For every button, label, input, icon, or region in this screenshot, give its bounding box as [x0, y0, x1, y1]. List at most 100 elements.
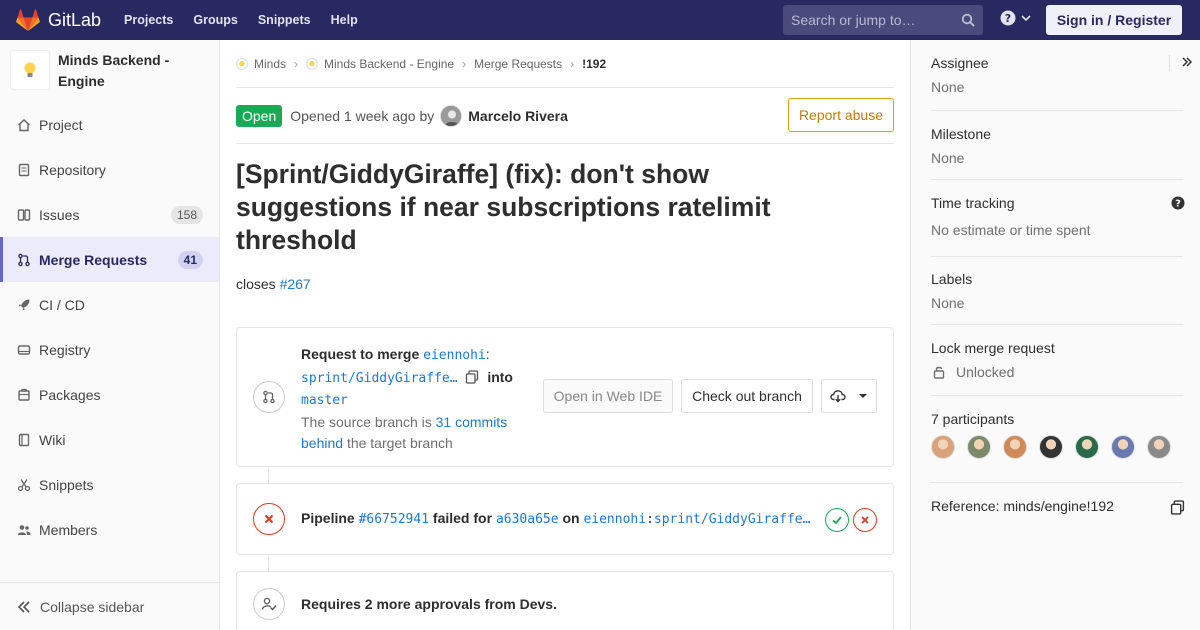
author-name[interactable]: Marcelo Rivera: [468, 108, 568, 124]
expand-sidebar-button[interactable]: [1169, 55, 1193, 71]
merge-request-icon: [253, 381, 285, 413]
issue-link[interactable]: #267: [280, 276, 311, 292]
gitlab-logo[interactable]: GitLab: [16, 0, 101, 40]
merge-info: Request to merge eiennohi: sprint/GiddyG…: [301, 344, 531, 455]
on-label: on: [562, 510, 580, 526]
participant-avatar[interactable]: [1111, 435, 1135, 459]
sidebar-item-project[interactable]: Project: [0, 102, 219, 147]
connector-line: [268, 467, 269, 483]
sidebar-item-label: CI / CD: [39, 296, 85, 313]
nav-link-projects[interactable]: Projects: [124, 13, 173, 27]
chevron-right-icon: ›: [570, 56, 575, 71]
commits-behind-link[interactable]: 31 commits: [436, 414, 508, 430]
project-name: Minds Backend - Engine: [58, 52, 170, 89]
behind-suffix: the target branch: [346, 435, 453, 451]
sidebar-item-packages[interactable]: Packages: [0, 372, 219, 417]
pipeline-namespace[interactable]: eiennohi: [583, 512, 646, 527]
svg-text:?: ?: [1005, 12, 1011, 25]
participants-list: [931, 435, 1183, 459]
sidebar-item-members[interactable]: Members: [0, 507, 219, 552]
labels-block: Labels None: [931, 271, 1183, 325]
sidebar-item-snippets[interactable]: Snippets: [0, 462, 219, 507]
double-chevron-left-icon: [17, 600, 30, 613]
milestone-label: Milestone: [931, 126, 991, 142]
milestone-value: None: [931, 150, 965, 166]
opened-by: by: [419, 107, 435, 124]
participant-avatar[interactable]: [1003, 435, 1027, 459]
sidebar-item-label: Project: [39, 116, 83, 133]
group-avatar-icon: [236, 57, 248, 70]
right-sidebar: Assignee None Milestone None Time tracki…: [910, 40, 1200, 630]
open-web-ide-button[interactable]: Open in Web IDE: [543, 379, 673, 413]
participant-avatar[interactable]: [931, 435, 955, 459]
caret-down-icon: [859, 394, 867, 398]
search-placeholder: Search or jump to…: [791, 12, 916, 28]
copy-icon[interactable]: [1170, 500, 1185, 515]
help-dropdown[interactable]: ?: [1000, 10, 1032, 26]
sidebar-item-registry[interactable]: Registry: [0, 327, 219, 372]
sign-in-button[interactable]: Sign in / Register: [1046, 5, 1182, 35]
time-tracking-value: No estimate or time spent: [931, 222, 1091, 238]
sidebar-item-issues[interactable]: Issues 158: [0, 192, 219, 237]
stage-failed-icon[interactable]: [853, 508, 877, 532]
pipeline-widget: Pipeline #66752941 failed for a630a65e o…: [236, 483, 894, 555]
project-header[interactable]: Minds Backend - Engine: [0, 40, 219, 102]
target-branch[interactable]: master: [301, 393, 348, 408]
collapse-sidebar-button[interactable]: Collapse sidebar: [0, 582, 219, 630]
merge-icon: [16, 252, 32, 268]
sidebar-item-merge-requests[interactable]: Merge Requests 41: [0, 237, 219, 282]
desc-text: closes: [236, 276, 276, 292]
ns-separator: :: [485, 346, 490, 362]
approvals-widget: Requires 2 more approvals from Devs.: [236, 571, 894, 630]
scissors-icon: [16, 477, 32, 493]
users-icon: [16, 522, 32, 538]
doc-icon: [16, 162, 32, 178]
nav-link-snippets[interactable]: Snippets: [258, 13, 311, 27]
participant-avatar[interactable]: [967, 435, 991, 459]
author-avatar[interactable]: [440, 104, 463, 127]
report-abuse-button[interactable]: Report abuse: [787, 98, 894, 132]
sidebar-item-repository[interactable]: Repository: [0, 147, 219, 192]
breadcrumb-project[interactable]: Minds Backend - Engine: [306, 57, 454, 71]
pipeline-branch[interactable]: sprint/GiddyGiraffe…: [654, 512, 811, 527]
participant-avatar[interactable]: [1147, 435, 1171, 459]
sidebar-item-label: Registry: [39, 341, 91, 358]
sidebar-item-wiki[interactable]: Wiki: [0, 417, 219, 462]
main-content: Minds › Minds Backend - Engine › Merge R…: [236, 40, 894, 630]
lock-label: Lock merge request: [931, 340, 1055, 356]
commit-link[interactable]: a630a65e: [496, 512, 559, 527]
participant-avatar[interactable]: [1075, 435, 1099, 459]
search-input[interactable]: Search or jump to…: [783, 5, 983, 35]
time-tracking-label: Time tracking: [931, 195, 1015, 211]
participants-label: 7 participants: [931, 411, 1015, 427]
sidebar-item-label: Wiki: [39, 431, 66, 448]
behind-link[interactable]: behind: [301, 435, 343, 451]
source-branch[interactable]: sprint/GiddyGiraffe…: [301, 371, 458, 386]
participant-avatar[interactable]: [1039, 435, 1063, 459]
nav-link-help[interactable]: Help: [331, 13, 358, 27]
assignee-value: None: [931, 79, 965, 95]
ns-separator: :: [646, 512, 654, 527]
pipeline-id-link[interactable]: #66752941: [359, 512, 429, 527]
tanuki-icon: [16, 9, 40, 31]
book-icon: [16, 432, 32, 448]
sidebar-item-ci-cd[interactable]: CI / CD: [0, 282, 219, 327]
nav-link-groups[interactable]: Groups: [193, 13, 237, 27]
behind-prefix: The source branch is: [301, 413, 432, 430]
lock-value: Unlocked: [931, 364, 1183, 380]
breadcrumb-label: Minds: [254, 56, 287, 71]
breadcrumb-current[interactable]: !192: [582, 57, 606, 71]
breadcrumb-minds[interactable]: Minds: [236, 57, 286, 71]
project-avatar: [10, 50, 50, 90]
merge-request-widget: Request to merge eiennohi: sprint/GiddyG…: [236, 327, 894, 467]
stage-passed-icon[interactable]: [825, 508, 849, 532]
source-namespace[interactable]: eiennohi: [423, 348, 486, 363]
pipeline-failed-icon[interactable]: [253, 503, 285, 535]
question-circle-icon[interactable]: ?: [1171, 196, 1185, 210]
failed-for-label: failed for: [432, 510, 493, 526]
check-out-branch-button[interactable]: Check out branch: [681, 379, 813, 413]
download-dropdown-button[interactable]: [821, 379, 877, 413]
breadcrumb-merge-requests[interactable]: Merge Requests: [474, 57, 562, 71]
copy-icon[interactable]: [465, 369, 479, 384]
page-title: [Sprint/GiddyGiraffe] (fix): don't show …: [236, 159, 771, 255]
